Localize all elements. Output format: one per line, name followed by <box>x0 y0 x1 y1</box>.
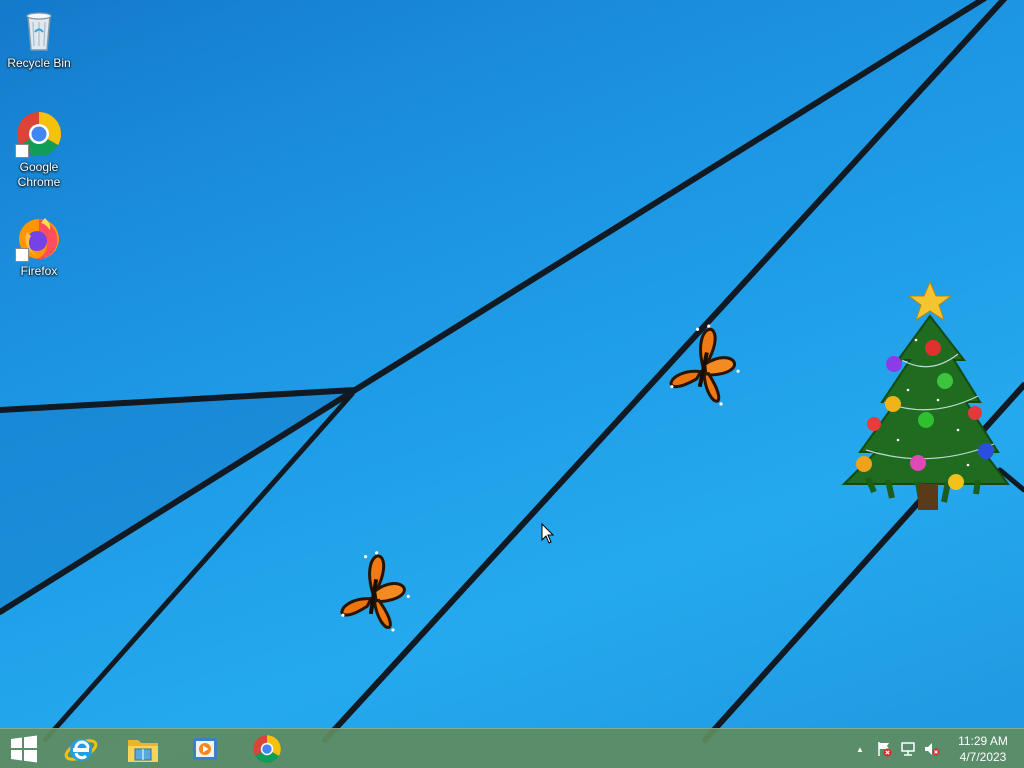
desktop: Recycle Bin Google Chrome Firefox ▲ 11:2… <box>0 0 1024 768</box>
desktop-icon-label-line1: Google <box>19 160 59 174</box>
taskbar-file-explorer[interactable] <box>114 729 172 768</box>
volume-muted-icon <box>925 743 940 756</box>
butterfly-icon <box>340 551 410 632</box>
taskbar-internet-explorer[interactable] <box>52 729 110 768</box>
chrome-icon <box>15 110 63 158</box>
action-center-button[interactable] <box>875 740 893 758</box>
desktop-icon-firefox[interactable]: Firefox <box>3 214 75 279</box>
taskbar-google-chrome[interactable] <box>238 729 296 768</box>
desktop-icon-recycle-bin[interactable]: Recycle Bin <box>3 6 75 71</box>
butterfly-icon <box>669 324 740 406</box>
taskbar: ▲ 11:29 AM 4/7/2023 <box>0 728 1024 768</box>
desktop-icon-label: Recycle Bin <box>7 56 71 70</box>
firefox-icon <box>15 214 63 262</box>
media-player-icon <box>193 738 217 760</box>
windows-logo-icon <box>11 735 37 763</box>
action-center-flag-icon <box>878 742 892 757</box>
shortcut-arrow-icon <box>15 248 29 262</box>
christmas-tree-icon <box>841 280 1010 510</box>
desktop-icon-label: Firefox <box>20 264 58 278</box>
show-hidden-icons-arrow-icon: ▲ <box>856 744 864 754</box>
system-tray: ▲ 11:29 AM 4/7/2023 <box>844 729 1024 768</box>
mouse-cursor-icon <box>541 523 555 544</box>
clock-time: 11:29 AM <box>958 734 1008 748</box>
desktop-icon-label-line2: Chrome <box>17 175 61 189</box>
clock-date: 4/7/2023 <box>959 750 1007 764</box>
taskbar-media-player[interactable] <box>176 729 234 768</box>
taskbar-clock[interactable]: 11:29 AM 4/7/2023 <box>950 733 1016 765</box>
file-explorer-icon <box>128 740 158 762</box>
volume-button[interactable] <box>923 740 941 758</box>
start-button[interactable] <box>0 729 48 768</box>
chrome-icon <box>253 735 281 763</box>
shortcut-arrow-icon <box>15 144 29 158</box>
recycle-bin-icon <box>15 6 63 54</box>
network-button[interactable] <box>899 740 917 758</box>
network-icon <box>901 742 915 756</box>
desktop-icon-google-chrome[interactable]: Google Chrome <box>3 110 75 190</box>
internet-explorer-icon <box>64 739 98 761</box>
show-hidden-icons-button[interactable]: ▲ <box>851 740 869 758</box>
